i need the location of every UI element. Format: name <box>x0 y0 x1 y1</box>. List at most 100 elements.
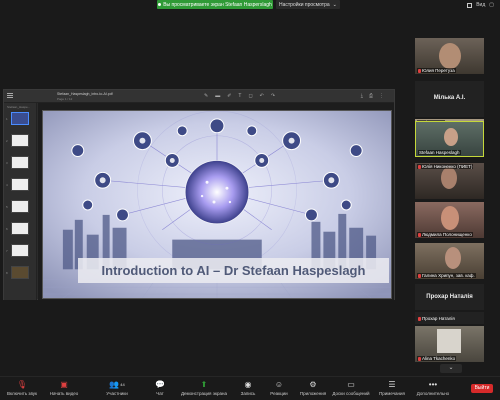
share-screen-icon: ⬆ <box>200 380 208 389</box>
save-icon[interactable]: ⤓ <box>361 93 363 99</box>
unmute-label: Включить звук <box>6 391 37 396</box>
chevron-down-icon: ⌄ <box>332 1 337 8</box>
thumbnail-number: 1 <box>6 117 8 121</box>
video-off-icon: ▣ <box>60 380 68 389</box>
notes-button[interactable]: ☰ Примечания <box>370 380 414 396</box>
more-label: Дополнительно <box>416 391 450 396</box>
view-options-label: Настройки просмотра <box>279 1 330 8</box>
whiteboard-button[interactable]: ▭ Доски сообщений <box>329 380 373 396</box>
thumbnail-number: 8 <box>6 271 8 275</box>
chat-icon: 💬 <box>155 380 165 389</box>
whiteboard-label: Доски сообщений <box>332 391 370 396</box>
thumbnail-page[interactable]: 3 <box>6 156 29 169</box>
start-video-label: Начать видео <box>49 391 79 396</box>
chevron-down-icon: ⌄ <box>448 365 454 371</box>
page-indicator: Page 1 / 12 <box>57 97 73 101</box>
pdf-tools-right: ⤓ ⎙ ⋮ <box>361 93 384 99</box>
participants-icon: 👥 44 <box>109 380 125 389</box>
thumbnail-page[interactable]: 6 <box>6 222 29 235</box>
mic-muted-icon <box>418 68 421 73</box>
thumbnail-page[interactable]: 8 <box>6 266 29 279</box>
unmute-button[interactable]: 🎙 Включить звук <box>0 380 44 396</box>
undo-icon[interactable]: ↶ <box>260 93 264 99</box>
participant-tile[interactable]: Галина Хрипун, зав. каф. <box>414 242 485 280</box>
reactions-icon: ☺ <box>274 380 284 389</box>
leave-meeting-button[interactable]: Выйти <box>471 384 493 393</box>
participant-tile-active-speaker[interactable]: Stefaan Haspeslagh <box>415 121 484 157</box>
view-toggle[interactable]: Вид ▢ <box>467 2 494 8</box>
participant-tile[interactable]: Мілька А.І. <box>414 80 485 118</box>
more-icon[interactable]: ⋮ <box>379 93 384 99</box>
pdf-toolbar: Stefaan_Haspeslagh_intro-to-AI.pdf Page … <box>4 90 394 103</box>
shared-document-window: Stefaan_Haspeslagh_intro-to-AI.pdf Page … <box>3 89 395 300</box>
draw-icon[interactable]: ✐ <box>227 93 231 99</box>
participants-button[interactable]: 👥 44 Участники <box>95 380 139 396</box>
record-label: Запись <box>240 391 256 396</box>
thumbnail-number: 4 <box>6 183 8 187</box>
participant-tile[interactable]: Alina Tkachenko <box>414 325 485 363</box>
highlight-icon[interactable]: ▬ <box>215 93 220 99</box>
participant-tile[interactable]: Юлия Перетуза <box>414 37 485 75</box>
thumbnail-page[interactable]: 1 <box>6 112 29 125</box>
scroll-down-button[interactable]: ⌄ <box>440 364 462 373</box>
fullscreen-icon[interactable]: ▢ <box>489 2 494 8</box>
slide-image: Introduction to AI – Dr Stefaan Haspesla… <box>42 110 392 299</box>
apps-label: Приложения <box>299 391 327 396</box>
chat-label: Чат <box>156 391 164 396</box>
slide-viewer: Introduction to AI – Dr Stefaan Haspesla… <box>38 103 394 300</box>
mic-muted-icon <box>418 164 421 169</box>
participant-tile[interactable]: Юлія Никоненко (ПИЕТ) <box>414 162 485 200</box>
thumbnail-header: Stefaan_Haspe... <box>7 105 31 109</box>
more-icon: ••• <box>428 380 438 389</box>
annotate-icon[interactable]: ✎ <box>204 93 208 99</box>
meeting-toolbar: 🎙 Включить звук ▣ Начать видео 👥 44 Участ… <box>0 376 500 400</box>
participant-tile[interactable]: Людмила Полонищенко <box>414 201 485 239</box>
thumbnail-sidebar: Stefaan_Haspe... 1 2 3 4 5 6 7 8 <box>4 103 37 300</box>
mic-muted-icon <box>418 356 421 361</box>
participant-name: Stefaan Haspeslagh <box>418 150 461 155</box>
chat-button[interactable]: 💬 Чат <box>138 380 182 396</box>
eraser-icon[interactable]: ◻ <box>248 93 252 99</box>
participant-tile[interactable]: Прохар Наталія <box>414 311 485 325</box>
thumbnail-number: 2 <box>6 139 8 143</box>
participants-label: Участники <box>106 391 128 396</box>
thumbnail-number: 7 <box>6 249 8 253</box>
screen-share-notice[interactable]: Вы просматриваете экран Stefaan Haspersl… <box>157 0 273 9</box>
mic-muted-icon <box>418 232 421 237</box>
more-button[interactable]: ••• Дополнительно <box>411 380 455 396</box>
participant-name: Прохар Наталія <box>417 316 456 321</box>
participants-count: 44 <box>120 382 125 387</box>
notes-label: Примечания <box>379 391 405 396</box>
mic-muted-icon <box>418 316 421 321</box>
print-icon[interactable]: ⎙ <box>369 93 373 99</box>
thumbnail-page[interactable]: 7 <box>6 244 29 257</box>
participant-name-large: Прохар Наталія <box>426 294 473 300</box>
whiteboard-icon: ▭ <box>347 380 355 389</box>
mic-off-icon: 🎙 <box>16 380 28 389</box>
apps-icon: ⚙ <box>309 380 317 389</box>
slide-title: Introduction to AI – Dr Stefaan Haspesla… <box>101 263 366 278</box>
view-label: Вид <box>476 2 486 8</box>
slide-title-banner: Introduction to AI – Dr Stefaan Haspesla… <box>78 258 389 283</box>
mic-muted-icon <box>418 273 421 278</box>
participant-tile[interactable]: Прохар Наталія <box>414 283 485 311</box>
thumbnail-number: 6 <box>6 227 8 231</box>
participant-name: Галина Хрипун, зав. каф. <box>417 273 476 278</box>
text-icon[interactable]: T <box>238 93 241 99</box>
grid-view-icon <box>467 2 473 8</box>
menu-icon[interactable] <box>7 93 13 98</box>
redo-icon[interactable]: ↷ <box>271 93 275 99</box>
share-indicator-icon <box>158 3 162 6</box>
thumbnail-number: 5 <box>6 205 8 209</box>
participant-name: Юлия Перетуза <box>417 68 456 73</box>
share-notice-text: Вы просматриваете экран Stefaan Haspersl… <box>163 1 272 8</box>
share-screen-button[interactable]: ⬆ Демонстрация экрана <box>180 380 228 396</box>
record-icon: ◉ <box>244 380 252 389</box>
thumbnail-page[interactable]: 5 <box>6 200 29 213</box>
thumbnail-page[interactable]: 4 <box>6 178 29 191</box>
thumbnail-page[interactable]: 2 <box>6 134 29 147</box>
view-options-button[interactable]: Настройки просмотра ⌄ <box>276 0 340 9</box>
share-screen-label: Демонстрация экрана <box>181 391 227 396</box>
start-video-button[interactable]: ▣ Начать видео <box>42 380 86 396</box>
participant-name: Юлія Никоненко (ПИЕТ) <box>417 164 474 169</box>
